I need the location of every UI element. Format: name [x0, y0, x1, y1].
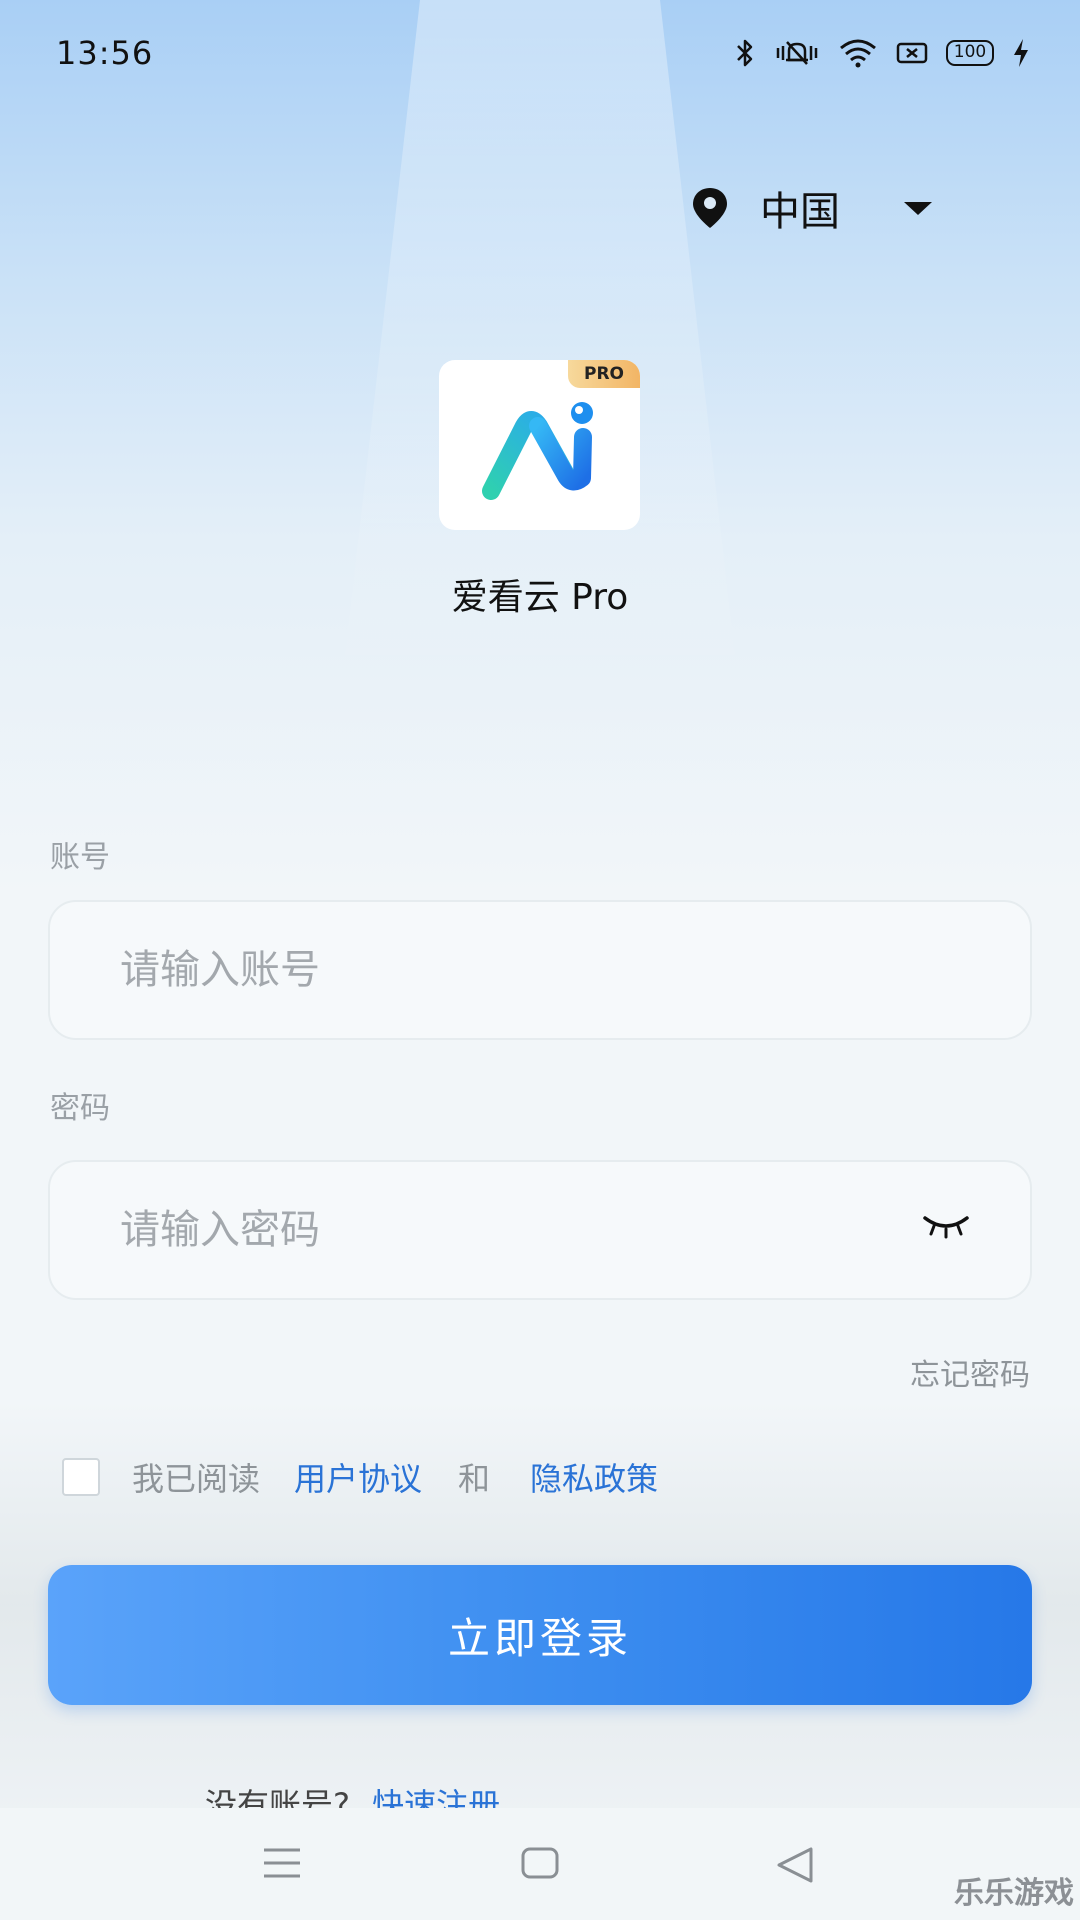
agreement-prefix: 我已阅读: [132, 1460, 261, 1498]
wifi-icon: [840, 39, 876, 68]
watermark-logo: 乐乐游戏: [954, 1876, 1074, 1911]
status-time: 13:56: [56, 34, 154, 72]
back-nav-icon[interactable]: [775, 1846, 815, 1884]
register-row: 没有账号? 快速注册: [205, 1783, 500, 1811]
menu-nav-icon[interactable]: [262, 1846, 302, 1880]
account-label: 账号: [50, 840, 110, 875]
account-field[interactable]: [48, 900, 1032, 1040]
login-button[interactable]: 立即登录: [48, 1565, 1032, 1705]
charging-icon: [1014, 39, 1028, 67]
location-pin-icon: [693, 188, 727, 228]
account-input[interactable]: [120, 902, 920, 1038]
chevron-down-icon: [904, 201, 932, 215]
bluetooth-icon: [737, 39, 753, 67]
home-nav-icon[interactable]: [520, 1846, 560, 1880]
mute-vibrate-icon: [776, 41, 818, 65]
user-agreement-link[interactable]: 用户协议: [294, 1454, 422, 1500]
agreement-checkbox[interactable]: [62, 1458, 100, 1496]
app-name: 爱看云 Pro: [451, 577, 629, 618]
app-logo: PRO: [439, 360, 640, 530]
agreement-and: 和: [458, 1460, 491, 1498]
status-icons: 100: [734, 38, 1030, 68]
password-field[interactable]: [48, 1160, 1032, 1300]
status-bar: 13:56 100: [0, 0, 1080, 110]
pro-badge: PRO: [568, 360, 640, 388]
region-label: 中国: [760, 189, 840, 235]
forgot-password-link[interactable]: 忘记密码: [910, 1350, 1030, 1394]
privacy-policy-link[interactable]: 隐私政策: [530, 1454, 658, 1500]
sim-icon: [896, 42, 928, 64]
battery-icon: 100: [946, 40, 994, 66]
password-label: 密码: [50, 1091, 110, 1126]
password-input[interactable]: [120, 1162, 920, 1298]
eye-closed-icon[interactable]: [922, 1212, 970, 1240]
navigation-bar: [0, 1808, 1080, 1920]
region-selector[interactable]: 中国: [690, 178, 932, 238]
agreement-row: 我已阅读 用户协议 和 隐私政策: [62, 1452, 658, 1502]
